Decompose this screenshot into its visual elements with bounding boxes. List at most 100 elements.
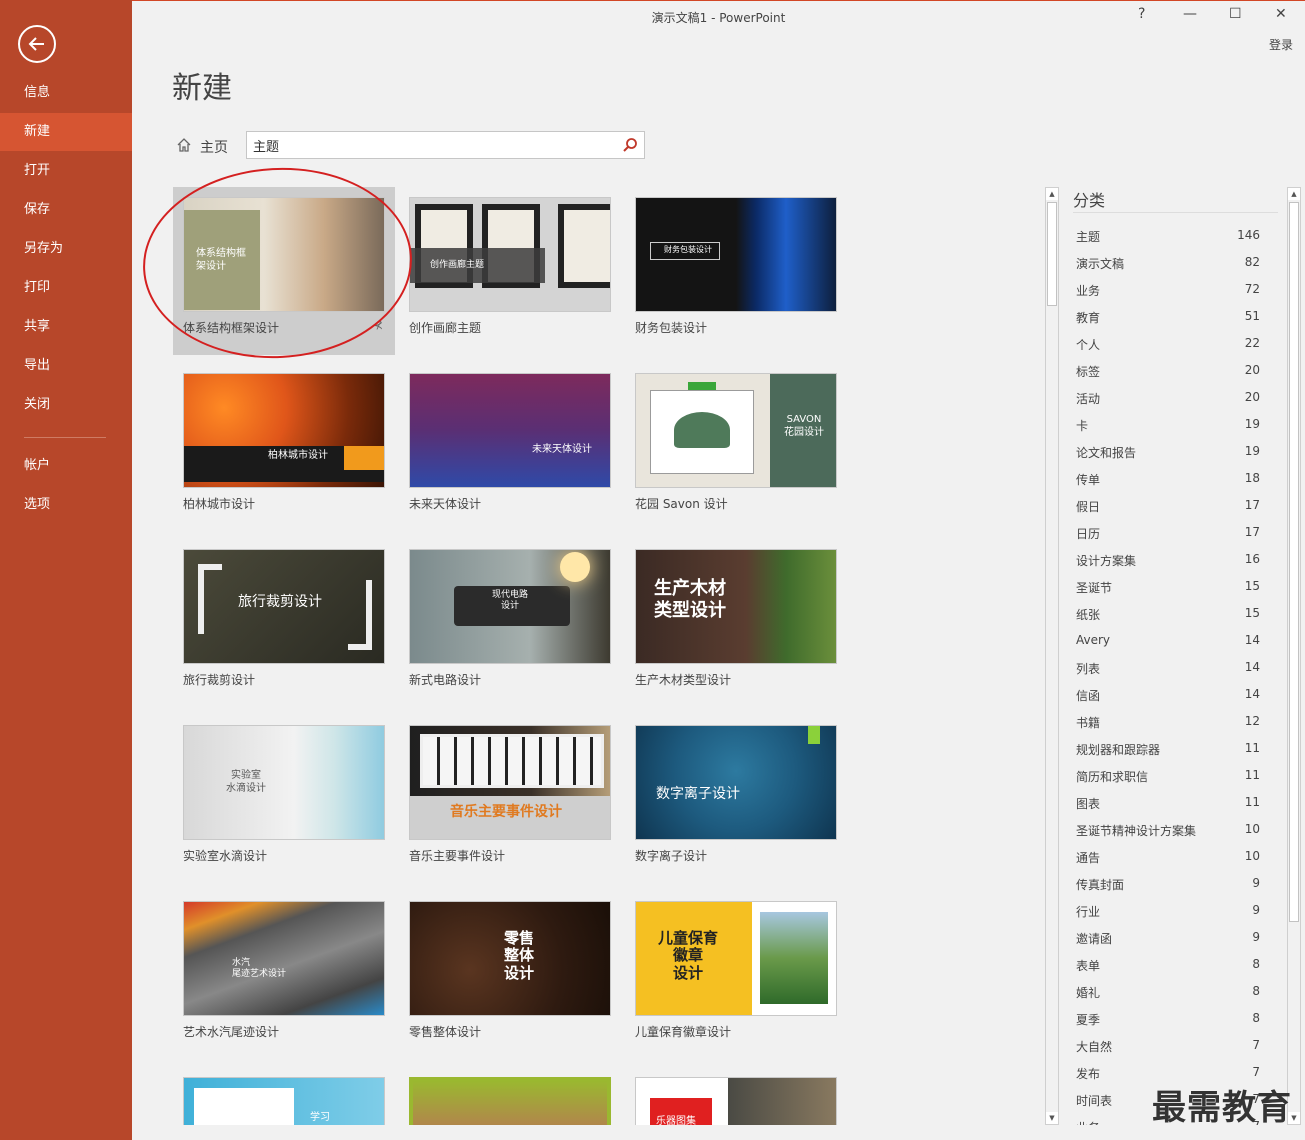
category-item[interactable]: 教育 51 — [1076, 309, 1260, 331]
watermark-logo: 最需教育 — [1152, 1088, 1292, 1128]
template-tile[interactable]: 现代电路 设计 新式电路设计 — [399, 539, 621, 707]
sidebar-item-close[interactable]: 关闭 — [0, 386, 132, 424]
category-name: 书籍 — [1076, 716, 1101, 730]
template-name: 柏林城市设计 — [183, 497, 256, 511]
category-item[interactable]: 夏季 8 — [1076, 1011, 1260, 1033]
category-count: 10 — [1244, 822, 1260, 836]
sidebar-item-new[interactable]: 新建 — [0, 113, 132, 151]
search-icon[interactable] — [622, 137, 638, 157]
scroll-up-icon[interactable]: ▲ — [1288, 188, 1300, 200]
template-tile[interactable]: SAVON 花园设计 花园 Savon 设计 — [625, 363, 847, 531]
template-tile[interactable]: 创作画廊主题 创作画廊主题 — [399, 187, 621, 355]
category-name: 行业 — [1076, 905, 1101, 919]
scroll-down-icon[interactable]: ▼ — [1046, 1112, 1058, 1124]
template-thumbnail: 数字离子设计 — [635, 725, 837, 840]
category-item[interactable]: 简历和求职信 11 — [1076, 768, 1260, 790]
category-item[interactable]: 传真封面 9 — [1076, 876, 1260, 898]
thumbnail-title: 生产木材 类型设计 — [654, 578, 726, 621]
template-name: 零售整体设计 — [409, 1025, 482, 1039]
template-scrollbar[interactable]: ▲ ▼ — [1045, 187, 1059, 1125]
sidebar-item-save[interactable]: 保存 — [0, 191, 132, 229]
category-item[interactable]: 标签 20 — [1076, 363, 1260, 385]
template-tile[interactable]: 实验室 水滴设计 实验室水滴设计 — [173, 715, 395, 883]
sidebar-item-save-as[interactable]: 另存为 — [0, 230, 132, 268]
category-count: 22 — [1244, 336, 1260, 350]
home-icon[interactable] — [176, 137, 192, 157]
category-item[interactable]: 纸张 15 — [1076, 606, 1260, 628]
category-name: 论文和报告 — [1076, 446, 1137, 460]
category-count: 8 — [1252, 1011, 1260, 1025]
template-thumbnail: 创作画廊主题 — [409, 197, 611, 312]
category-scrollbar[interactable]: ▲ ▼ — [1287, 187, 1301, 1125]
sidebar-item-options[interactable]: 选项 — [0, 486, 132, 524]
help-button[interactable]: ? — [1138, 6, 1145, 22]
template-tile[interactable]: 乐器图集 — [625, 1067, 847, 1125]
sidebar-item-account[interactable]: 帐户 — [0, 447, 132, 485]
category-item[interactable]: 传单 18 — [1076, 471, 1260, 493]
sidebar-item-open[interactable]: 打开 — [0, 152, 132, 190]
thumbnail-title: SAVON 花园设计 — [784, 414, 824, 438]
category-count: 146 — [1237, 228, 1260, 242]
category-item[interactable]: 圣诞节精神设计方案集 10 — [1076, 822, 1260, 844]
category-item[interactable]: 个人 22 — [1076, 336, 1260, 358]
login-link[interactable]: 登录 — [1269, 36, 1293, 53]
category-item[interactable]: 假日 17 — [1076, 498, 1260, 520]
category-name: 个人 — [1076, 338, 1101, 352]
category-item[interactable]: 活动 20 — [1076, 390, 1260, 412]
template-name: 创作画廊主题 — [409, 321, 482, 335]
category-item[interactable]: 规划器和跟踪器 11 — [1076, 741, 1260, 763]
template-tile[interactable] — [399, 1067, 621, 1125]
category-item[interactable]: 卡 19 — [1076, 417, 1260, 439]
category-name: 时间表 — [1076, 1094, 1113, 1108]
template-tile[interactable]: 学习 — [173, 1067, 395, 1125]
category-item[interactable]: 设计方案集 16 — [1076, 552, 1260, 574]
category-item[interactable]: 婚礼 8 — [1076, 984, 1260, 1006]
search-input[interactable] — [253, 136, 603, 154]
category-item[interactable]: 日历 17 — [1076, 525, 1260, 547]
template-tile[interactable]: 音乐主要事件设计 音乐主要事件设计 — [399, 715, 621, 883]
thumbnail-title: 未来天体设计 — [532, 444, 592, 455]
category-item[interactable]: 主题 146 — [1076, 228, 1260, 250]
category-item[interactable]: 业务 72 — [1076, 282, 1260, 304]
category-item[interactable]: 书籍 12 — [1076, 714, 1260, 736]
home-breadcrumb[interactable]: 主页 — [200, 137, 228, 157]
page-title: 新建 — [172, 71, 232, 106]
maximize-button[interactable]: ☐ — [1229, 6, 1242, 22]
back-arrow-icon[interactable] — [18, 25, 56, 63]
template-tile[interactable]: 水汽 尾迹艺术设计 艺术水汽尾迹设计 — [173, 891, 395, 1059]
category-item[interactable]: 论文和报告 19 — [1076, 444, 1260, 466]
template-tile[interactable]: 生产木材 类型设计 生产木材类型设计 — [625, 539, 847, 707]
category-item[interactable]: 列表 14 — [1076, 660, 1260, 682]
minimize-button[interactable]: — — [1183, 6, 1197, 22]
category-count: 20 — [1244, 363, 1260, 377]
template-tile[interactable]: 未来天体设计 未来天体设计 — [399, 363, 621, 531]
sidebar-item-print[interactable]: 打印 — [0, 269, 132, 307]
category-name: 规划器和跟踪器 — [1076, 743, 1161, 757]
category-item[interactable]: 邀请函 9 — [1076, 930, 1260, 952]
scroll-up-icon[interactable]: ▲ — [1046, 188, 1058, 200]
category-item[interactable]: 信函 14 — [1076, 687, 1260, 709]
category-item[interactable]: Avery 14 — [1076, 633, 1260, 655]
sidebar-item-info[interactable]: 信息 — [0, 74, 132, 112]
category-item[interactable]: 大自然 7 — [1076, 1038, 1260, 1060]
template-tile[interactable]: 零售 整体 设计 零售整体设计 — [399, 891, 621, 1059]
category-item[interactable]: 演示文稿 82 — [1076, 255, 1260, 277]
category-item[interactable]: 图表 11 — [1076, 795, 1260, 817]
scroll-thumb[interactable] — [1047, 202, 1057, 306]
template-tile[interactable]: 旅行裁剪设计 旅行裁剪设计 — [173, 539, 395, 707]
sidebar-item-export[interactable]: 导出 — [0, 347, 132, 385]
category-item[interactable]: 圣诞节 15 — [1076, 579, 1260, 601]
category-item[interactable]: 行业 9 — [1076, 903, 1260, 925]
category-name: 设计方案集 — [1076, 554, 1137, 568]
category-count: 17 — [1244, 498, 1260, 512]
template-tile[interactable]: 财务包装设计 财务包装设计 — [625, 187, 847, 355]
template-tile[interactable]: 数字离子设计 数字离子设计 — [625, 715, 847, 883]
category-item[interactable]: 通告 10 — [1076, 849, 1260, 871]
sidebar-item-share[interactable]: 共享 — [0, 308, 132, 346]
scroll-thumb[interactable] — [1289, 202, 1299, 922]
categories-divider — [1073, 212, 1278, 213]
template-tile[interactable]: 儿童保育 徽章 设计 儿童保育徽章设计 — [625, 891, 847, 1059]
category-item[interactable]: 表单 8 — [1076, 957, 1260, 979]
template-tile[interactable]: 柏林城市设计 柏林城市设计 — [173, 363, 395, 531]
close-button[interactable]: ✕ — [1275, 6, 1287, 22]
